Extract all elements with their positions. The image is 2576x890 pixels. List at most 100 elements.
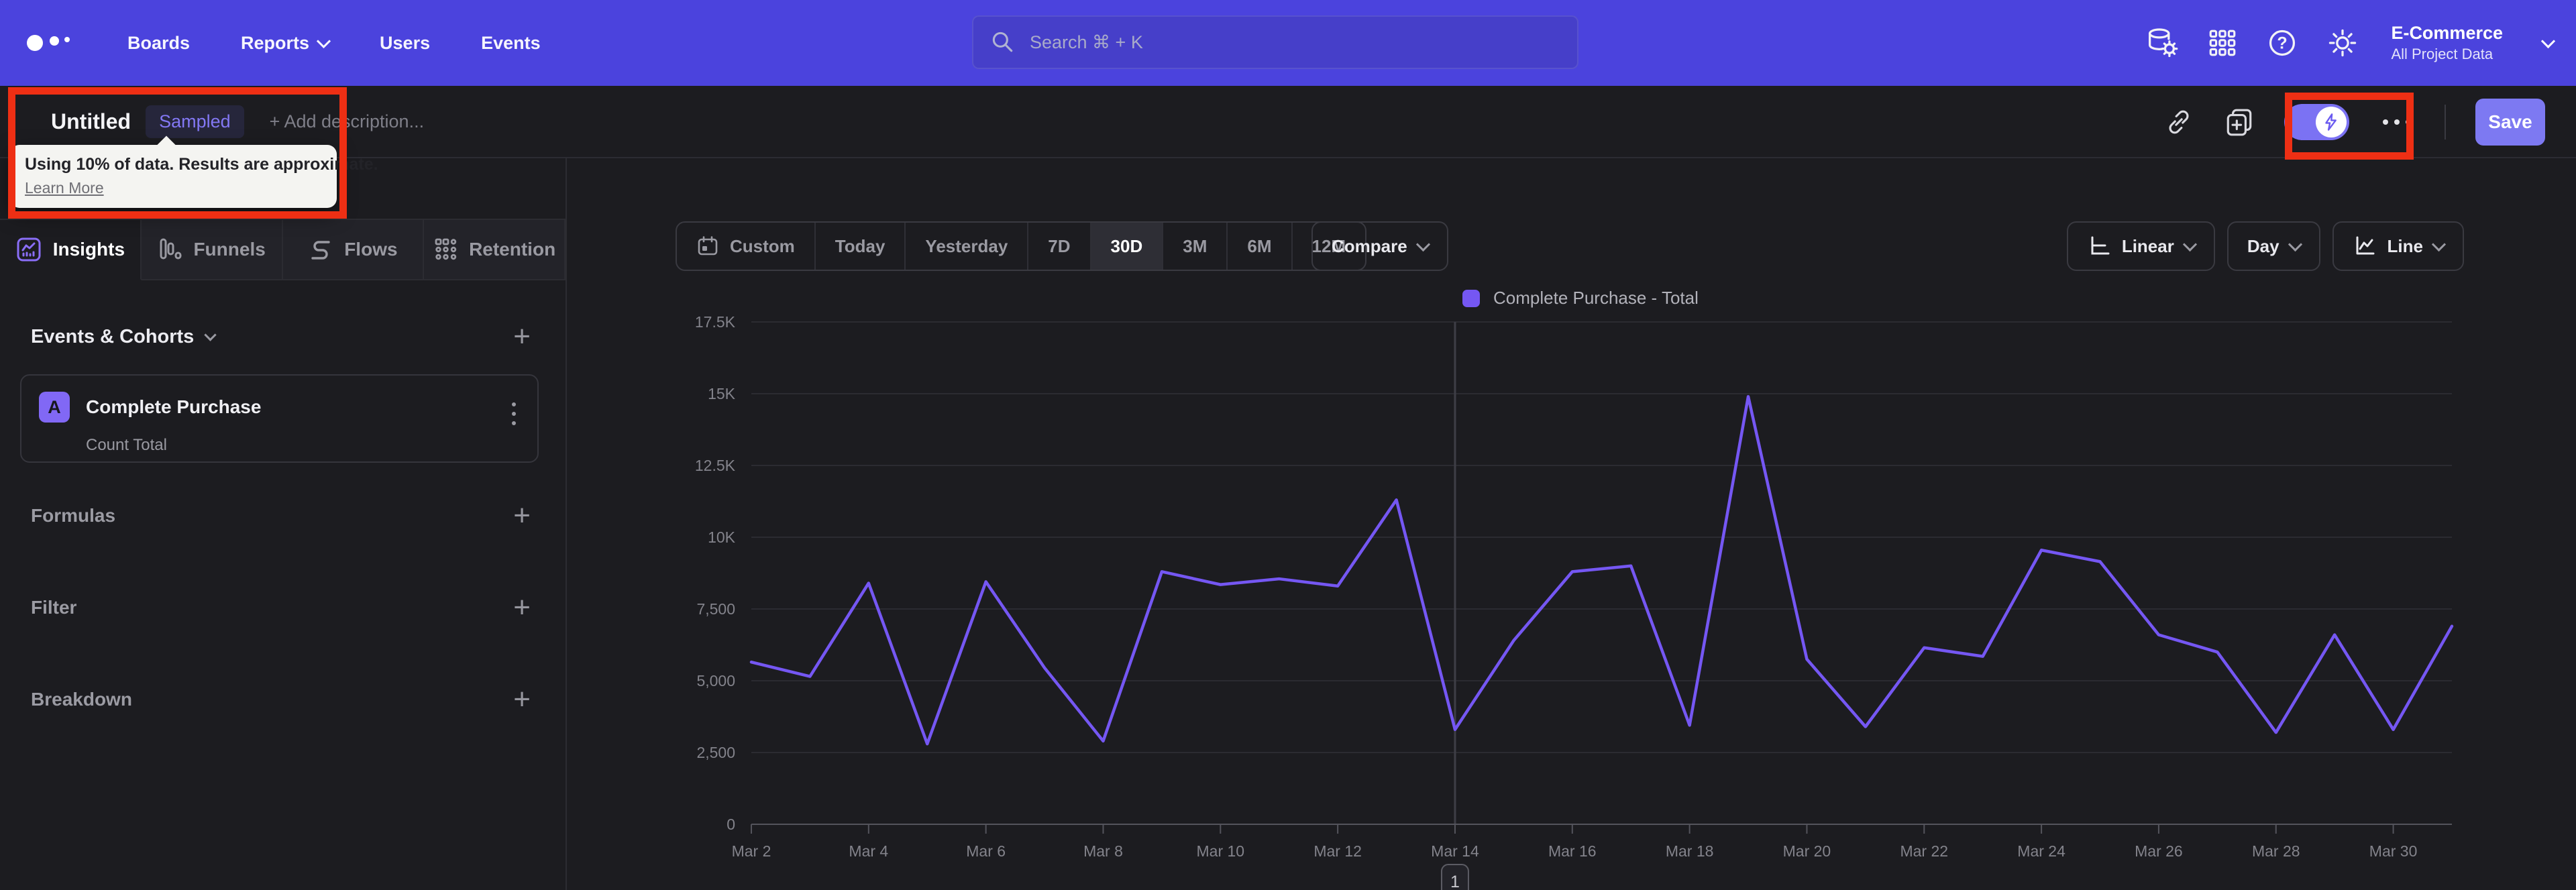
svg-text:Mar 16: Mar 16 [1548, 842, 1597, 860]
scale-select[interactable]: Linear [2066, 221, 2215, 271]
top-nav: Boards Reports Users Events Search ⌘ + K [0, 0, 2576, 86]
linear-axis-icon [2091, 236, 2110, 255]
event-metric[interactable]: Count Total [86, 436, 520, 455]
range-7d[interactable]: 7D [1028, 223, 1091, 270]
svg-text:1: 1 [1450, 873, 1460, 890]
event-name[interactable]: Complete Purchase [86, 396, 261, 418]
range-6m[interactable]: 6M [1228, 223, 1293, 270]
svg-text:Mar 22: Mar 22 [1900, 842, 1948, 860]
nav-boards[interactable]: Boards [127, 33, 190, 54]
add-description[interactable]: + Add description... [270, 111, 424, 132]
retention-icon [435, 238, 457, 260]
chart-y-axis-labels: 0 2,500 5,000 7,500 10K 12.5K 15K 17.5K [695, 313, 736, 833]
lightning-bolt-icon [2325, 113, 2337, 131]
svg-text:Mar 2: Mar 2 [732, 842, 771, 860]
annotation-marker-badge[interactable]: 1 [1440, 864, 1469, 890]
svg-text:15K: 15K [708, 385, 736, 402]
chevron-down-icon [316, 34, 331, 48]
save-button[interactable]: Save [2475, 99, 2545, 146]
help-icon[interactable]: ? [2266, 27, 2298, 59]
add-filter-button[interactable]: + [513, 593, 531, 622]
svg-text:12.5K: 12.5K [695, 457, 736, 474]
event-card[interactable]: A Complete Purchase Count Total [20, 374, 539, 463]
section-breakdown: Breakdown + [31, 683, 531, 716]
svg-text:Mar 30: Mar 30 [2369, 842, 2418, 860]
query-builder-sidebar: Events & Cohorts + A Complete Purchase C… [0, 280, 566, 890]
calendar-icon [698, 236, 718, 256]
nav-right-cluster: ? E-Commerce All Project Data [2144, 0, 2556, 86]
project-name: E-Commerce [2391, 23, 2503, 44]
learn-more-link[interactable]: Learn More [25, 179, 104, 197]
range-custom[interactable]: Custom [677, 223, 816, 270]
chevron-down-icon [204, 328, 217, 341]
search-icon [992, 32, 1013, 52]
tab-funnels[interactable]: Funnels [141, 220, 283, 280]
svg-text:Mar 24: Mar 24 [2017, 842, 2065, 860]
more-options-icon[interactable] [2379, 115, 2415, 129]
svg-text:?: ? [2277, 34, 2288, 53]
svg-text:Mar 8: Mar 8 [1083, 842, 1123, 860]
nav-users[interactable]: Users [380, 33, 430, 54]
project-selector[interactable]: E-Commerce All Project Data [2391, 22, 2503, 63]
add-breakdown-button[interactable]: + [513, 685, 531, 714]
svg-text:17.5K: 17.5K [695, 313, 736, 331]
events-cohorts-toggle[interactable]: Events & Cohorts [31, 326, 217, 348]
mixpanel-logo-icon[interactable] [25, 27, 83, 59]
add-event-button[interactable]: + [513, 322, 531, 351]
event-row: A Complete Purchase [39, 392, 520, 423]
chevron-down-icon [2182, 237, 2197, 252]
data-management-icon[interactable] [2144, 27, 2179, 59]
apps-grid-icon[interactable] [2207, 27, 2238, 58]
line-chart[interactable]: 0 2,500 5,000 7,500 10K 12.5K 15K 17.5K Mar 2 Ma… [684, 290, 2496, 890]
chart-panel: Custom Today Yesterday 7D 30D 3M 6M 12M … [567, 160, 2576, 890]
chart-type-select[interactable]: Line [2332, 221, 2464, 271]
chevron-down-icon [2288, 237, 2302, 252]
insights-icon [17, 237, 41, 262]
svg-text:Mar 26: Mar 26 [2135, 842, 2183, 860]
primary-nav: Boards Reports Users Events [127, 33, 541, 54]
funnels-icon [160, 238, 182, 260]
chart-series-line[interactable] [749, 395, 2454, 746]
events-cohorts-header: Events & Cohorts + [31, 322, 531, 351]
chart-gridlines [751, 321, 2452, 753]
date-range-group: Custom Today Yesterday 7D 30D 3M 6M 12M [676, 221, 1367, 271]
tab-insights[interactable]: Insights [0, 220, 142, 280]
event-options-icon[interactable] [509, 400, 519, 428]
svg-text:5,000: 5,000 [696, 672, 735, 689]
svg-text:Mar 10: Mar 10 [1197, 842, 1245, 860]
range-3m[interactable]: 3M [1163, 223, 1228, 270]
nav-reports[interactable]: Reports [241, 33, 331, 54]
sampling-toggle[interactable] [2284, 104, 2349, 140]
range-yesterday[interactable]: Yesterday [906, 223, 1029, 270]
granularity-select[interactable]: Day [2226, 221, 2320, 271]
svg-text:Mar 20: Mar 20 [1783, 842, 1831, 860]
svg-text:Mar 6: Mar 6 [966, 842, 1006, 860]
nav-events[interactable]: Events [481, 33, 541, 54]
report-title[interactable]: Untitled [51, 109, 131, 134]
share-link-icon[interactable] [2163, 107, 2194, 137]
project-scope: All Project Data [2391, 46, 2493, 63]
range-today[interactable]: Today [816, 223, 906, 270]
search-input[interactable]: Search ⌘ + K [972, 15, 1578, 69]
chevron-down-icon [1415, 237, 1430, 252]
add-to-board-icon[interactable] [2224, 107, 2255, 137]
tab-retention[interactable]: Retention [424, 220, 566, 280]
sampled-badge[interactable]: Sampled [146, 105, 244, 138]
svg-text:10K: 10K [708, 529, 736, 546]
tab-flows[interactable]: Flows [282, 220, 425, 280]
settings-gear-icon[interactable] [2326, 27, 2359, 59]
svg-text:Mar 28: Mar 28 [2252, 842, 2300, 860]
svg-text:2,500: 2,500 [696, 744, 735, 761]
range-30d[interactable]: 30D [1091, 223, 1164, 270]
flows-icon [311, 241, 330, 260]
add-formula-button[interactable]: + [513, 501, 531, 531]
svg-text:7,500: 7,500 [696, 600, 735, 618]
chart-display-controls: Linear Day Line [2066, 221, 2464, 271]
compare-button[interactable]: Compare [1311, 221, 1448, 271]
svg-text:Mar 18: Mar 18 [1666, 842, 1714, 860]
tooltip-message: Using 10% of data. Results are approxima… [25, 155, 378, 174]
line-chart-icon [2356, 236, 2375, 255]
project-chevron-down-icon[interactable] [2540, 34, 2556, 48]
report-type-tabs: Insights Funnels Flows Retention [0, 219, 566, 280]
svg-text:0: 0 [727, 816, 735, 833]
